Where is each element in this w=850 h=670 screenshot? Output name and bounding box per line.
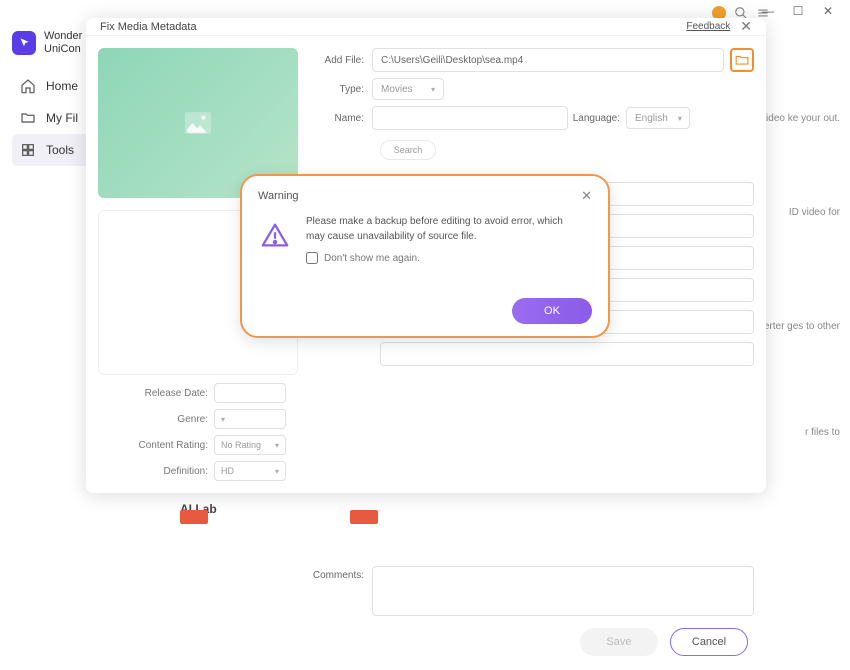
- release-date-input[interactable]: [214, 383, 286, 403]
- warning-dialog: Warning ✕ Please make a backup before ed…: [240, 174, 610, 338]
- warning-close-icon[interactable]: ✕: [581, 188, 592, 204]
- addfile-label: Add File:: [312, 55, 372, 66]
- warning-triangle-icon: [258, 218, 292, 252]
- modal-footer: Save Cancel: [86, 628, 766, 670]
- folder-icon: [20, 110, 36, 126]
- meta-field[interactable]: [380, 342, 754, 366]
- dont-show-checkbox-row[interactable]: Don't show me again.: [306, 252, 563, 264]
- definition-label: Definition:: [164, 466, 208, 477]
- modal-close-icon[interactable]: ✕: [740, 18, 752, 35]
- type-label: Type:: [312, 84, 372, 95]
- genre-label: Genre:: [177, 414, 208, 425]
- bg-text-3: nverter ges to other: [753, 320, 840, 334]
- sidebar-item-label: Home: [46, 79, 78, 93]
- addfile-input[interactable]: [372, 48, 724, 72]
- folder-open-icon: [735, 54, 749, 66]
- warning-message-line1: Please make a backup before editing to a…: [306, 214, 563, 229]
- comments-textarea[interactable]: [372, 566, 754, 616]
- content-rating-select[interactable]: No Rating: [214, 435, 286, 455]
- brand-logo-icon: [12, 31, 36, 55]
- feedback-link[interactable]: Feedback: [686, 21, 730, 32]
- modal-header: Fix Media Metadata Feedback ✕: [86, 18, 766, 36]
- content-rating-label: Content Rating:: [139, 440, 209, 451]
- browse-folder-button[interactable]: [730, 48, 754, 72]
- brand-name-1: Wonder: [44, 30, 82, 43]
- home-icon: [20, 78, 36, 94]
- definition-select[interactable]: HD: [214, 461, 286, 481]
- left-meta-fields: Release Date: Genre: Content Rating: No …: [96, 383, 286, 487]
- dont-show-label: Don't show me again.: [324, 253, 420, 264]
- name-input[interactable]: [372, 106, 568, 130]
- type-select[interactable]: Movies: [372, 78, 444, 100]
- name-label: Name:: [312, 113, 372, 124]
- language-select[interactable]: English: [626, 107, 690, 129]
- dont-show-checkbox[interactable]: [306, 252, 318, 264]
- genre-select[interactable]: [214, 409, 286, 429]
- language-label: Language:: [568, 113, 626, 124]
- sidebar-item-label: Tools: [46, 143, 74, 157]
- warning-message-line2: may cause unavailability of source file.: [306, 229, 563, 244]
- modal-title: Fix Media Metadata: [100, 21, 197, 33]
- save-button: Save: [580, 628, 658, 656]
- warning-title: Warning: [258, 190, 299, 202]
- bg-text-4: r files to: [805, 426, 840, 440]
- sidebar-item-label: My Fil: [46, 111, 78, 125]
- bg-text-2: ID video for: [789, 206, 840, 220]
- ok-button[interactable]: OK: [512, 298, 592, 324]
- brand-name-2: UniCon: [44, 43, 82, 56]
- window-close-button[interactable]: ✕: [818, 4, 838, 18]
- search-button[interactable]: Search: [380, 140, 436, 160]
- cancel-button[interactable]: Cancel: [670, 628, 748, 656]
- tools-icon: [20, 142, 36, 158]
- image-placeholder-icon: [185, 112, 211, 134]
- comments-label: Comments:: [312, 566, 372, 581]
- release-date-label: Release Date:: [145, 388, 208, 399]
- window-maximize-button[interactable]: ☐: [788, 4, 808, 18]
